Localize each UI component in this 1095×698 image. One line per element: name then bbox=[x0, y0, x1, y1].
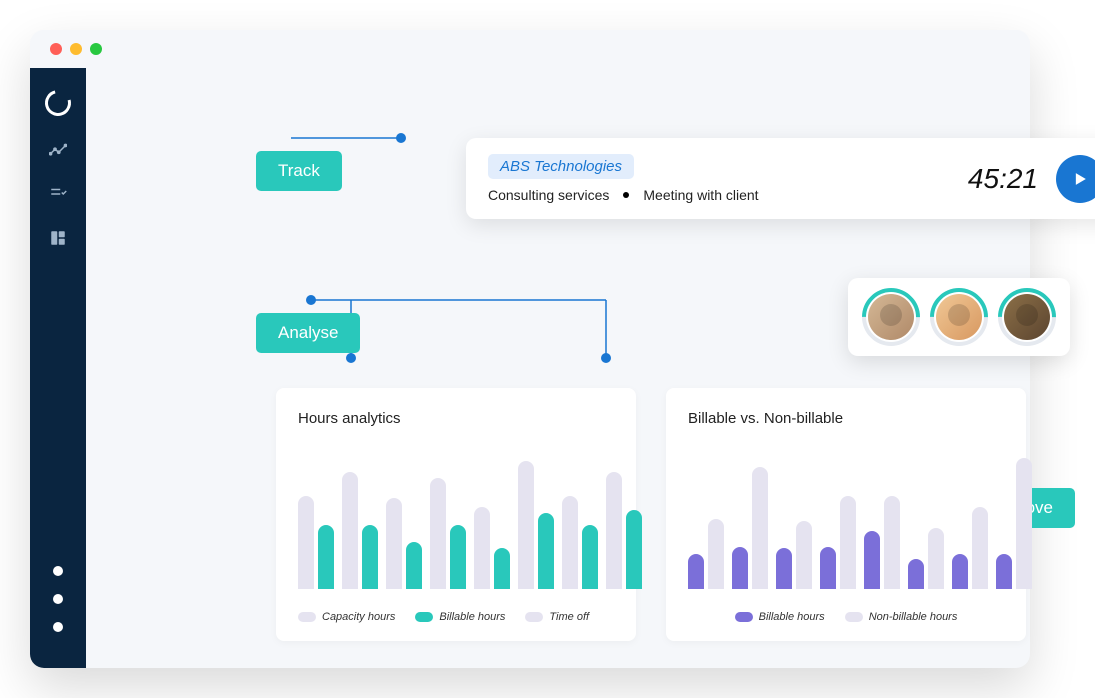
main-content: Track Analyse Improve ABS Technologies C… bbox=[86, 68, 1030, 668]
analytics-icon[interactable] bbox=[48, 140, 68, 160]
logo-icon bbox=[40, 85, 76, 121]
play-icon bbox=[1070, 169, 1090, 189]
app-window: Track Analyse Improve ABS Technologies C… bbox=[30, 30, 1030, 668]
track-tag: Track bbox=[256, 151, 342, 191]
avatar[interactable] bbox=[930, 288, 988, 346]
tasks-icon[interactable] bbox=[48, 184, 68, 204]
close-icon[interactable] bbox=[50, 43, 62, 55]
avatar[interactable] bbox=[862, 288, 920, 346]
maximize-icon[interactable] bbox=[90, 43, 102, 55]
timer-card: ABS Technologies Consulting services Mee… bbox=[466, 138, 1095, 219]
task-label: Meeting with client bbox=[643, 187, 758, 203]
legend-label: Billable hours bbox=[439, 611, 505, 623]
billable-card: Billable vs. Non-billable Billable hours… bbox=[666, 388, 1026, 641]
client-badge: ABS Technologies bbox=[488, 154, 634, 179]
hours-chart bbox=[298, 449, 614, 589]
service-label: Consulting services bbox=[488, 187, 609, 203]
chart-title: Hours analytics bbox=[298, 410, 614, 427]
hours-analytics-card: Hours analytics Capacity hours Billable … bbox=[276, 388, 636, 641]
avatar[interactable] bbox=[998, 288, 1056, 346]
legend-label: Capacity hours bbox=[322, 611, 395, 623]
team-avatars bbox=[848, 278, 1070, 356]
dot-separator-icon bbox=[623, 192, 629, 198]
billable-chart bbox=[688, 449, 1004, 589]
analyse-tag: Analyse bbox=[256, 313, 360, 353]
sidebar bbox=[30, 68, 86, 668]
play-button[interactable] bbox=[1056, 155, 1095, 203]
dashboard-icon[interactable] bbox=[48, 228, 68, 248]
legend-label: Billable hours bbox=[759, 611, 825, 623]
sidebar-more[interactable] bbox=[53, 566, 63, 668]
elapsed-time: 45:21 bbox=[968, 163, 1038, 195]
chart-title: Billable vs. Non-billable bbox=[688, 410, 1004, 427]
window-controls bbox=[30, 30, 1030, 68]
legend-label: Time off bbox=[549, 611, 589, 623]
minimize-icon[interactable] bbox=[70, 43, 82, 55]
legend-label: Non-billable hours bbox=[869, 611, 958, 623]
